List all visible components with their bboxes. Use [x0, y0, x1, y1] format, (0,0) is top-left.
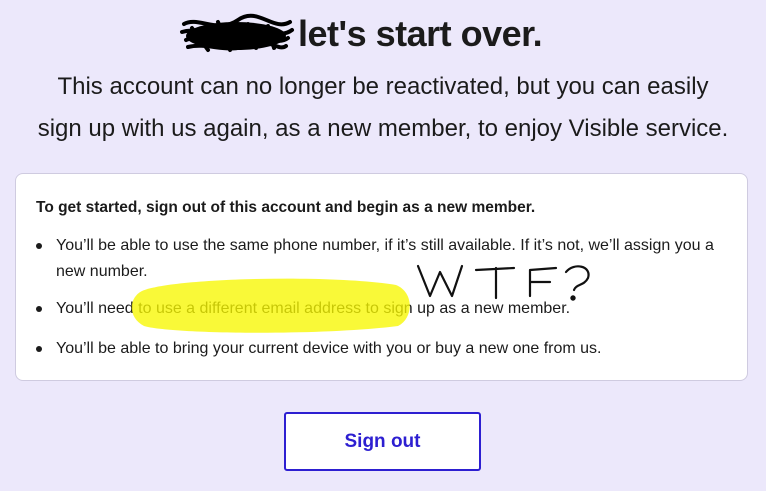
card-heading: To get started, sign out of this account…	[36, 199, 536, 216]
list-item: You’ll be able to use the same phone num…	[36, 233, 716, 289]
info-card: To get started, sign out of this account…	[15, 173, 748, 381]
list-item: You’ll be able to bring your current dev…	[36, 336, 716, 362]
sign-out-button[interactable]: Sign out	[284, 412, 481, 471]
list-item: You’ll need to use a different email add…	[36, 296, 716, 322]
list-item-text: You’ll need to use a different email add…	[56, 300, 571, 317]
bullet-dot-icon	[36, 346, 42, 352]
intro-line-2: sign up with us again, as a new member, …	[37, 115, 729, 142]
bullet-dot-icon	[36, 306, 42, 312]
list-item-text: You’ll be able to use the same phone num…	[56, 237, 714, 280]
page-header: let's start over.	[0, 8, 766, 58]
page-title: let's start over.	[298, 13, 543, 54]
bullet-dot-icon	[36, 243, 42, 249]
intro-line-1: This account can no longer be reactivate…	[57, 73, 709, 100]
list-item-text: You’ll be able to bring your current dev…	[56, 340, 602, 357]
intro-text: This account can no longer be reactivate…	[0, 66, 766, 150]
redacted-name-scribble	[180, 13, 294, 52]
